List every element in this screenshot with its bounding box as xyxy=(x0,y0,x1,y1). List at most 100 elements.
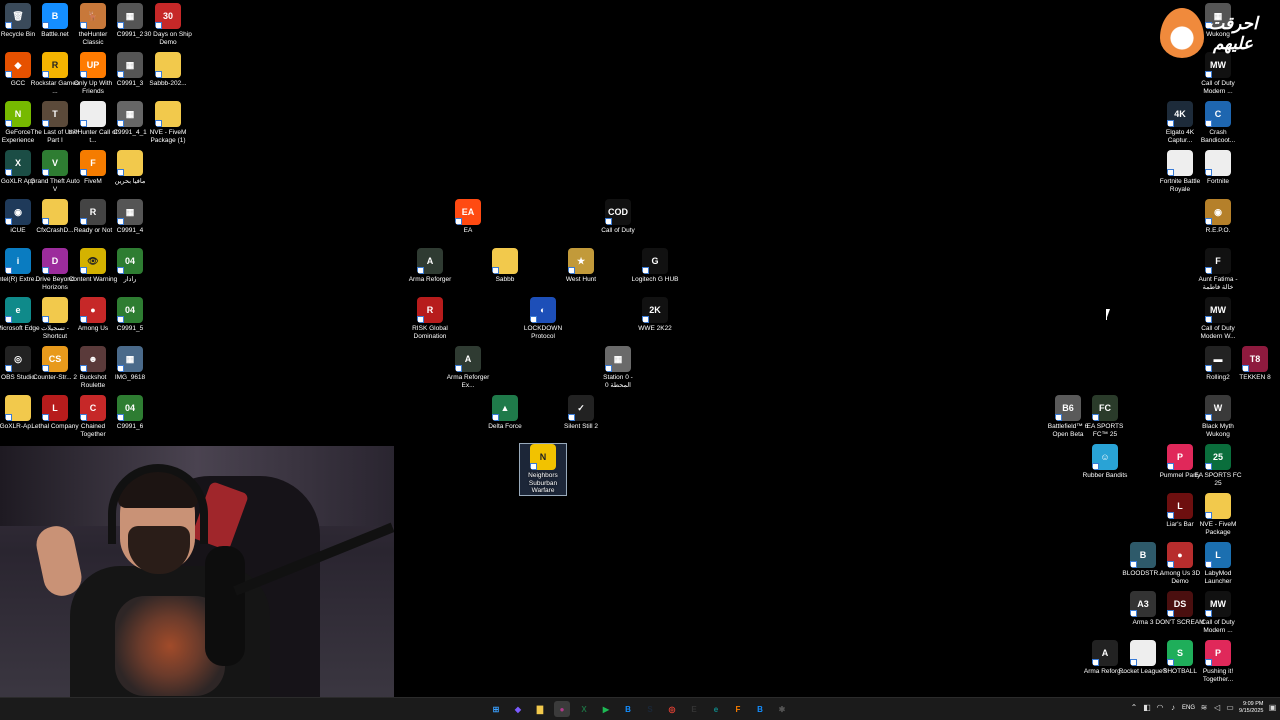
app-icon-glyph: ★ xyxy=(576,255,586,266)
copilot-icon[interactable]: ◆ xyxy=(510,701,526,717)
desktop-icon[interactable]: 04 C9991_6 xyxy=(107,395,153,431)
desktop-icon-label: LabyMod Launcher xyxy=(1204,570,1232,585)
app-icon: 30 xyxy=(155,3,181,29)
network-tray-icon[interactable]: ◧ xyxy=(1143,704,1151,712)
desktop-icon[interactable]: 2K WWE 2K22 xyxy=(632,297,678,333)
windows-start-icon[interactable]: ⊞ xyxy=(488,701,504,717)
desktop-icon[interactable]: P Pushing it! Together... xyxy=(1195,640,1241,683)
obs-taskbar-icon[interactable]: ● xyxy=(554,701,570,717)
headset-tray-icon[interactable]: ◠ xyxy=(1156,704,1164,712)
volume-icon[interactable]: ◁ xyxy=(1213,704,1221,712)
battlenet2-icon[interactable]: B xyxy=(752,701,768,717)
desktop-icon[interactable]: ☺ Rubber Bandits xyxy=(1082,444,1128,480)
wifi-icon[interactable]: ≋ xyxy=(1200,704,1208,712)
clock-time: 9:09 PM xyxy=(1243,701,1264,707)
desktop-icon-label: Rubber Bandits xyxy=(1082,472,1128,479)
file-explorer-icon[interactable]: ▇ xyxy=(532,701,548,717)
battlenet-icon[interactable]: B xyxy=(620,701,636,717)
app-icon: 04 xyxy=(117,297,143,323)
webcam-overlay xyxy=(0,446,394,709)
desktop-icon[interactable]: G Logitech G HUB xyxy=(632,248,678,284)
spotify-icon[interactable]: ▶ xyxy=(598,701,614,717)
desktop-icon-label: IMG_9618 xyxy=(114,374,146,381)
mic-tray-icon[interactable]: ♪ xyxy=(1169,704,1177,712)
desktop-icon[interactable]: EA EA xyxy=(445,199,491,235)
logo-text: احرقت عليهم xyxy=(1208,14,1258,53)
app-icon-glyph: R xyxy=(89,207,97,217)
desktop-icon[interactable]: ◐ LOCKDOWN Protocol xyxy=(520,297,566,340)
desktop-icon[interactable]: 04 رادار xyxy=(107,248,153,284)
desktop-icon[interactable]: NVE - FiveM Package (1) xyxy=(145,101,191,144)
app-icon: B6 xyxy=(1055,395,1081,421)
desktop-icon[interactable]: A Arma Reforger xyxy=(407,248,453,284)
app-icon-glyph: ▲ xyxy=(500,403,510,413)
app-icon: 👁 xyxy=(80,248,106,274)
desktop-icon[interactable]: W Black Myth Wukong xyxy=(1195,395,1241,438)
desktop-icon[interactable]: R RISK Global Domination xyxy=(407,297,453,340)
settings-icon[interactable]: ✱ xyxy=(774,701,790,717)
app-icon: C xyxy=(1205,101,1231,127)
fivem-icon[interactable]: F xyxy=(730,701,746,717)
desktop-icon[interactable]: F Aunt Fatima - خالة فاطمة xyxy=(1195,248,1241,291)
desktop-icon[interactable]: N Neighbors Suburban Warfare xyxy=(519,443,567,496)
desktop-icon[interactable]: ✓ Silent Still 2 xyxy=(558,395,604,431)
desktop-icon[interactable]: MW Call of Duty Modern W... xyxy=(1195,297,1241,340)
app-icon xyxy=(117,150,143,176)
desktop-icon[interactable]: 04 C9991_5 xyxy=(107,297,153,333)
desktop-icon[interactable]: Sabbb-202... xyxy=(145,52,191,88)
desktop-icon-label: C9991_5 xyxy=(116,325,144,332)
desktop-icon[interactable]: ▲ Delta Force xyxy=(482,395,528,431)
app-icon: CS xyxy=(42,346,68,372)
app-icon-glyph: A xyxy=(426,256,434,266)
desktop-icon[interactable]: ▦ Station 0 - المحطة 0 xyxy=(595,346,641,389)
desktop-icon[interactable]: 25 EA SPORTS FC 25 xyxy=(1194,444,1242,487)
desktop-icon[interactable]: Fortnite xyxy=(1195,150,1241,186)
desktop-icon[interactable]: T8 TEKKEN 8 xyxy=(1232,346,1278,382)
app-icon-glyph: B6 xyxy=(1062,403,1074,413)
desktop-icon[interactable]: مافيا بحرين xyxy=(107,150,153,186)
desktop-icon[interactable]: ▦ IMG_9618 xyxy=(107,346,153,382)
desktop-icon[interactable]: Sabbb xyxy=(482,248,528,284)
battery-icon[interactable]: ▭ xyxy=(1226,704,1234,712)
desktop-icon[interactable]: 30 30 Days on Ship Demo xyxy=(144,3,192,46)
app-icon: ▦ xyxy=(117,3,143,29)
desktop-icon[interactable]: A Arma Reforger Ex... xyxy=(445,346,491,389)
app-icon: ☻ xyxy=(80,346,106,372)
app-icon: ● xyxy=(80,297,106,323)
edge-icon[interactable]: e xyxy=(708,701,724,717)
app-icon-glyph: B xyxy=(1139,550,1147,560)
desktop-icon[interactable]: COD Call of Duty xyxy=(595,199,641,235)
app-icon-glyph: EA xyxy=(461,207,475,217)
steam-icon[interactable]: S xyxy=(642,701,658,717)
app-icon-glyph: R xyxy=(51,60,59,70)
desktop-icon[interactable]: FC EA SPORTS FC™ 25 xyxy=(1082,395,1128,438)
desktop-icon-label: مافيا بحرين xyxy=(114,178,146,185)
desktop-icon[interactable]: L LabyMod Launcher xyxy=(1195,542,1241,585)
app-icon-glyph: L xyxy=(1177,501,1183,511)
desktop-icon[interactable]: C Crash Bandicoot... xyxy=(1195,101,1241,144)
app-icon: ◐ xyxy=(530,297,556,323)
app-icon: ▦ xyxy=(117,199,143,225)
notification-icon[interactable]: ▣ xyxy=(1268,704,1277,712)
app-icon-glyph: ▦ xyxy=(125,108,135,119)
channel-logo: احرقت عليهم xyxy=(1160,4,1270,62)
clock[interactable]: 9:09 PM 9/15/2025 xyxy=(1239,701,1263,715)
app-icon: X xyxy=(5,150,31,176)
desktop-icon[interactable]: ▦ C9991_4 xyxy=(107,199,153,235)
app-icon: T8 xyxy=(1242,346,1268,372)
desktop-icon-label: Aunt Fatima - خالة فاطمة xyxy=(1198,276,1238,291)
app-icon: 🗑 xyxy=(5,3,31,29)
desktop-icon[interactable]: NVE - FiveM Package xyxy=(1195,493,1241,536)
app-icon-glyph: N xyxy=(539,452,547,462)
language-indicator[interactable]: ENG xyxy=(1182,705,1195,711)
app-icon-glyph: CS xyxy=(48,354,62,364)
desktop-icon[interactable]: ◉ R.E.P.O. xyxy=(1195,199,1241,235)
chrome-icon[interactable]: ◎ xyxy=(664,701,680,717)
elgato-icon[interactable]: E xyxy=(686,701,702,717)
app-icon: 04 xyxy=(117,395,143,421)
app-icon-glyph: i xyxy=(16,256,20,266)
desktop-icon[interactable]: ★ West Hunt xyxy=(558,248,604,284)
chevron-up-icon[interactable]: ⌃ xyxy=(1130,704,1138,712)
desktop-icon[interactable]: MW Call of Duty Modern ... xyxy=(1195,591,1241,634)
excel-icon[interactable]: X xyxy=(576,701,592,717)
